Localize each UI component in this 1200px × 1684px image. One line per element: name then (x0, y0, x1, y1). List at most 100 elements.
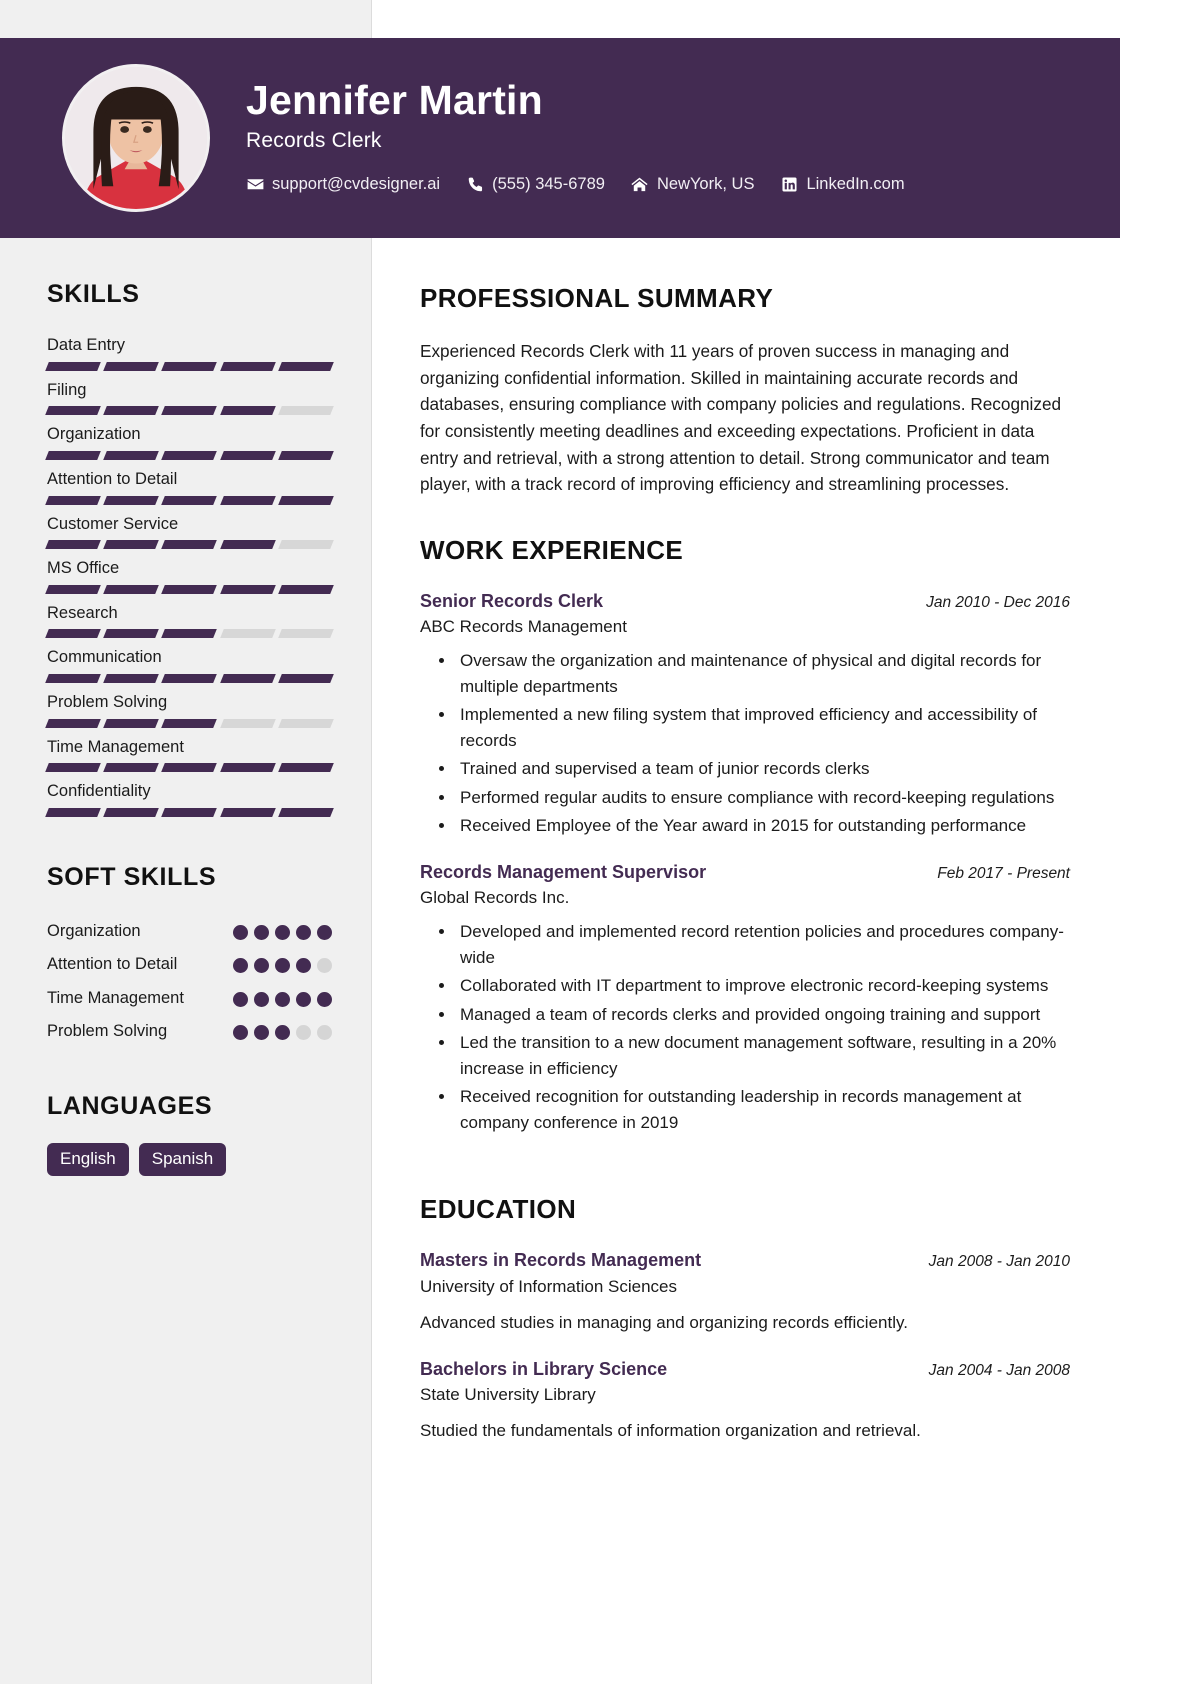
entry-title: Masters in Records Management (420, 1250, 702, 1271)
rating-dot (275, 958, 290, 974)
skill-bar-segment (103, 718, 160, 728)
phone-icon (466, 177, 484, 193)
skill-bar-segment (103, 763, 160, 773)
skill-bar-segment (161, 584, 218, 594)
skill-bar-segment (219, 406, 276, 416)
education-list: Masters in Records Management Jan 2008 - … (420, 1249, 1070, 1443)
skill-bar-segment (219, 674, 276, 683)
skill-bar-segment (161, 718, 218, 728)
rating-dot (317, 1025, 332, 1041)
education-heading: EDUCATION (420, 1194, 577, 1225)
skill-bar-segment (103, 674, 160, 683)
contact-linkedin[interactable]: LinkedIn.com (780, 175, 905, 194)
avatar (62, 64, 210, 212)
soft-skill-row: Organization (47, 918, 332, 944)
contact-phone[interactable]: (555) 345-6789 (466, 175, 605, 194)
skill-level-bar (45, 450, 334, 460)
envelope-icon (246, 177, 264, 193)
skill-bar-segment (103, 540, 160, 550)
entry-organization: ABC Records Management (420, 617, 627, 637)
skill-row: Confidentiality (45, 781, 334, 817)
rating-dot (233, 991, 248, 1007)
summary-heading: PROFESSIONAL SUMMARY (420, 283, 774, 313)
candidate-job-title: Records Clerk (246, 129, 382, 153)
skill-bar-segment (45, 361, 102, 371)
linkedin-icon (780, 177, 798, 193)
rating-dot (275, 1025, 290, 1041)
languages-heading: LANGUAGES (47, 1092, 213, 1121)
skill-bar-segment (161, 807, 218, 817)
entry-title: Bachelors in Library Science (420, 1358, 668, 1379)
entry-date: Jan 2004 - Jan 2008 (928, 1361, 1070, 1379)
rating-dot (296, 924, 311, 940)
language-tag-list: English Spanish (47, 1143, 332, 1176)
skill-bar-segment (161, 540, 218, 550)
work-experience-list: Senior Records Clerk Jan 2010 - Dec 2016 A… (420, 590, 1070, 1135)
skill-row: Research (45, 603, 334, 639)
language-tag: Spanish (138, 1143, 227, 1176)
entry-bullet: Led the transition to a new document man… (456, 1030, 1070, 1081)
soft-skill-label: Time Management (47, 988, 184, 1007)
soft-skill-rating (233, 951, 332, 974)
soft-skills-section: SOFT SKILLS Organization Attention to Det… (47, 863, 332, 1045)
entry-organization: University of Information Sciences (420, 1276, 677, 1296)
skill-row: Data Entry (45, 335, 334, 371)
skill-row: Communication (45, 647, 334, 683)
skill-label: Filing (47, 380, 87, 399)
skill-bar-segment (277, 361, 334, 371)
skill-bar-segment (277, 450, 334, 460)
resume-entry: Bachelors in Library Science Jan 2004 - J… (420, 1358, 1070, 1444)
main-content: PROFESSIONAL SUMMARY Experienced Records… (420, 283, 1070, 1466)
skill-bar-segment (161, 361, 218, 371)
skill-level-bar (45, 540, 334, 550)
soft-skill-rating (233, 1018, 332, 1041)
home-icon (631, 177, 649, 193)
skill-row: MS Office (45, 558, 334, 594)
rating-dot (254, 924, 269, 940)
skill-level-bar (45, 629, 334, 639)
entry-bullet: Received recognition for outstanding lea… (456, 1084, 1070, 1135)
skill-bar-segment (161, 763, 218, 773)
entry-bullet: Implemented a new filing system that imp… (456, 702, 1070, 753)
skill-bar-segment (277, 495, 334, 505)
contact-location[interactable]: NewYork, US (631, 175, 754, 194)
skill-bar-segment (45, 763, 102, 773)
soft-skill-row: Time Management (47, 985, 332, 1011)
contact-email[interactable]: support@cvdesigner.ai (246, 175, 440, 194)
skill-level-bar (45, 674, 334, 683)
resume-entry: Senior Records Clerk Jan 2010 - Dec 2016 A… (420, 590, 1070, 839)
skill-level-bar (45, 406, 334, 416)
skill-label: Communication (47, 648, 162, 667)
rating-dot (296, 1025, 311, 1041)
skill-bar-segment (161, 629, 218, 639)
entry-bullet: Received Employee of the Year award in 2… (456, 813, 1070, 839)
skill-bar-segment (219, 450, 276, 460)
skill-bar-segment (277, 718, 334, 728)
skill-row: Customer Service (45, 514, 334, 550)
skill-bar-segment (103, 361, 160, 371)
entry-bullet: Collaborated with IT department to impro… (456, 973, 1070, 999)
entry-date: Jan 2010 - Dec 2016 (926, 593, 1070, 611)
resume-header: Jennifer Martin Records Clerk support@cv… (0, 38, 1120, 238)
skill-bar-segment (103, 495, 160, 505)
skill-bar-segment (103, 406, 160, 416)
skill-level-bar (45, 718, 334, 728)
soft-skill-rating (233, 918, 332, 940)
skill-bar-segment (161, 450, 218, 460)
skill-bar-segment (45, 674, 102, 683)
entry-bullet: Developed and implemented record retenti… (456, 919, 1070, 970)
skill-bar-segment (219, 763, 276, 773)
skill-label: MS Office (47, 559, 120, 578)
skill-label: Problem Solving (47, 693, 168, 711)
entry-bullet: Oversaw the organization and maintenance… (456, 648, 1070, 699)
skill-label: Organization (47, 425, 141, 444)
soft-skill-label: Attention to Detail (47, 955, 178, 974)
skill-bar-segment (161, 406, 218, 416)
skill-level-bar (45, 763, 334, 773)
entry-title: Records Management Supervisor (420, 861, 707, 882)
soft-skill-row: Attention to Detail (47, 951, 332, 977)
contact-phone-text: (555) 345-6789 (492, 175, 605, 194)
skill-bar-segment (277, 629, 334, 639)
entry-header: Senior Records Clerk Jan 2010 - Dec 2016 (420, 590, 1070, 613)
